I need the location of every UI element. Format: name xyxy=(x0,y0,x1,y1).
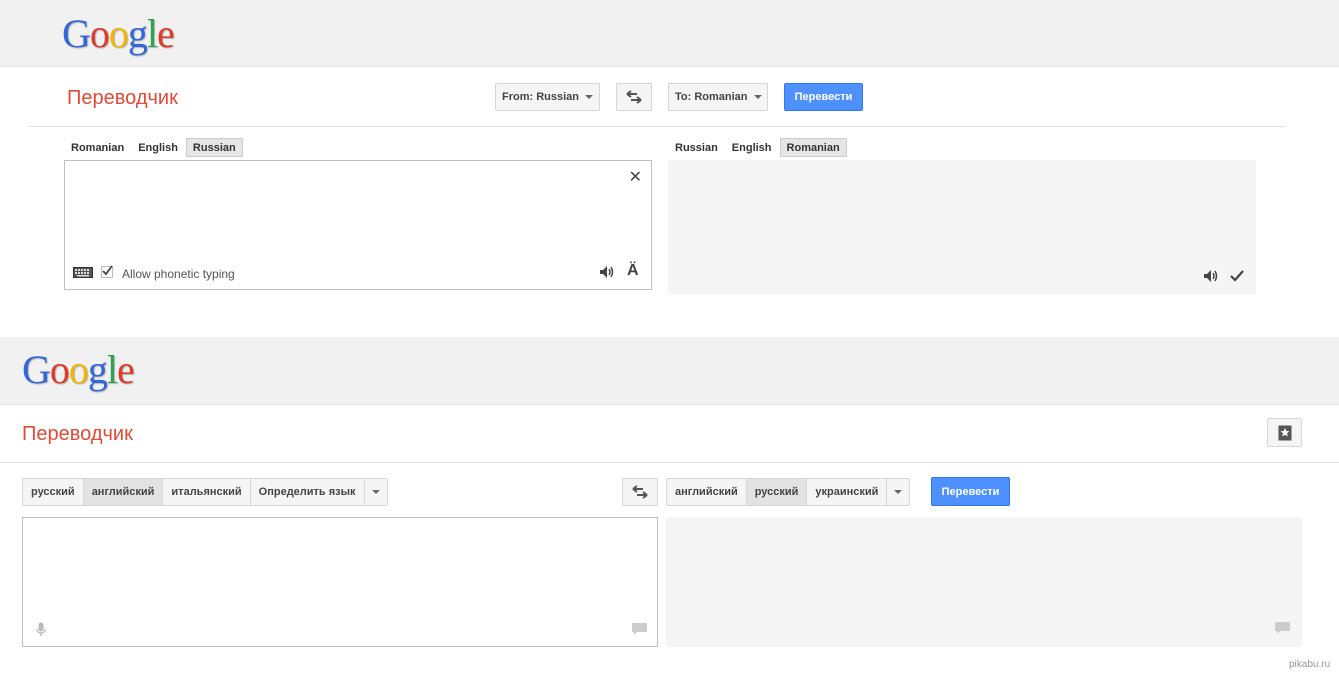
bottom-header-bar: Google xyxy=(0,337,1339,405)
target-tab-romanian[interactable]: Romanian xyxy=(779,138,847,157)
checkmark-icon[interactable] xyxy=(1230,269,1244,283)
swap-arrows-icon xyxy=(632,485,648,499)
source-language-selector: русский английский итальянский Определит… xyxy=(22,478,388,506)
watermark: pikabu.ru xyxy=(1289,659,1331,670)
top-header-bar: Google xyxy=(0,0,1339,67)
source-tab-english[interactable]: English xyxy=(132,138,184,157)
target-language-selector: английский русский украинский xyxy=(666,478,911,506)
speech-bubble-icon[interactable] xyxy=(1275,622,1290,635)
target-lang-more-button[interactable] xyxy=(887,479,909,505)
from-language-button[interactable]: From: Russian xyxy=(495,83,600,111)
page-title: Переводчик xyxy=(67,87,178,109)
accent-character-button[interactable]: Ä xyxy=(627,262,639,280)
divider xyxy=(28,126,1286,127)
source-lang-detect[interactable]: Определить язык xyxy=(251,479,365,505)
target-lang-english[interactable]: английский xyxy=(667,479,747,505)
phonetic-label: Allow phonetic typing xyxy=(122,267,235,281)
source-text-area[interactable]: ✕ Allow phonetic typing Ä xyxy=(64,160,652,290)
google-logo[interactable]: Google xyxy=(62,14,175,54)
swap-languages-button[interactable] xyxy=(616,83,652,111)
translation-output xyxy=(668,160,1256,294)
source-lang-russian[interactable]: русский xyxy=(23,479,84,505)
chevron-down-icon xyxy=(371,490,380,494)
source-language-tabs: Romanian English Russian xyxy=(65,138,243,157)
chevron-down-icon xyxy=(894,490,903,494)
translation-output xyxy=(666,517,1302,647)
speaker-icon[interactable] xyxy=(599,265,615,279)
from-language-label: From: Russian xyxy=(502,91,580,103)
phonetic-checkbox[interactable] xyxy=(101,265,113,278)
translate-button[interactable]: Перевести xyxy=(784,83,863,111)
close-icon[interactable]: ✕ xyxy=(629,167,642,187)
chevron-down-icon xyxy=(585,95,594,99)
source-lang-more-button[interactable] xyxy=(365,479,387,505)
speech-bubble-icon[interactable] xyxy=(632,623,647,636)
google-logo[interactable]: Google xyxy=(22,350,135,390)
translate-button[interactable]: Перевести xyxy=(931,477,1010,506)
keyboard-icon[interactable] xyxy=(73,267,93,278)
target-lang-russian[interactable]: русский xyxy=(746,479,808,505)
chevron-down-icon xyxy=(753,95,762,99)
target-language-tabs: Russian English Romanian xyxy=(669,138,847,157)
to-language-label: To: Romanian xyxy=(675,91,748,103)
star-bookmark-icon xyxy=(1278,425,1291,440)
source-text-area[interactable] xyxy=(22,517,658,647)
source-tab-romanian[interactable]: Romanian xyxy=(65,138,130,157)
divider xyxy=(0,462,1339,463)
target-tab-english[interactable]: English xyxy=(726,138,778,157)
source-lang-italian[interactable]: итальянский xyxy=(163,479,251,505)
speaker-icon[interactable] xyxy=(1203,269,1219,283)
microphone-icon[interactable] xyxy=(36,622,46,637)
swap-arrows-icon xyxy=(626,90,642,104)
phrasebook-button[interactable] xyxy=(1267,418,1302,447)
source-tab-russian[interactable]: Russian xyxy=(185,138,243,157)
page-title: Переводчик xyxy=(22,423,133,445)
swap-languages-button[interactable] xyxy=(622,478,658,506)
checkmark-icon xyxy=(102,265,113,276)
source-lang-english[interactable]: английский xyxy=(83,479,164,505)
target-lang-ukrainian[interactable]: украинский xyxy=(807,479,888,505)
target-tab-russian[interactable]: Russian xyxy=(669,138,724,157)
to-language-button[interactable]: To: Romanian xyxy=(668,83,768,111)
